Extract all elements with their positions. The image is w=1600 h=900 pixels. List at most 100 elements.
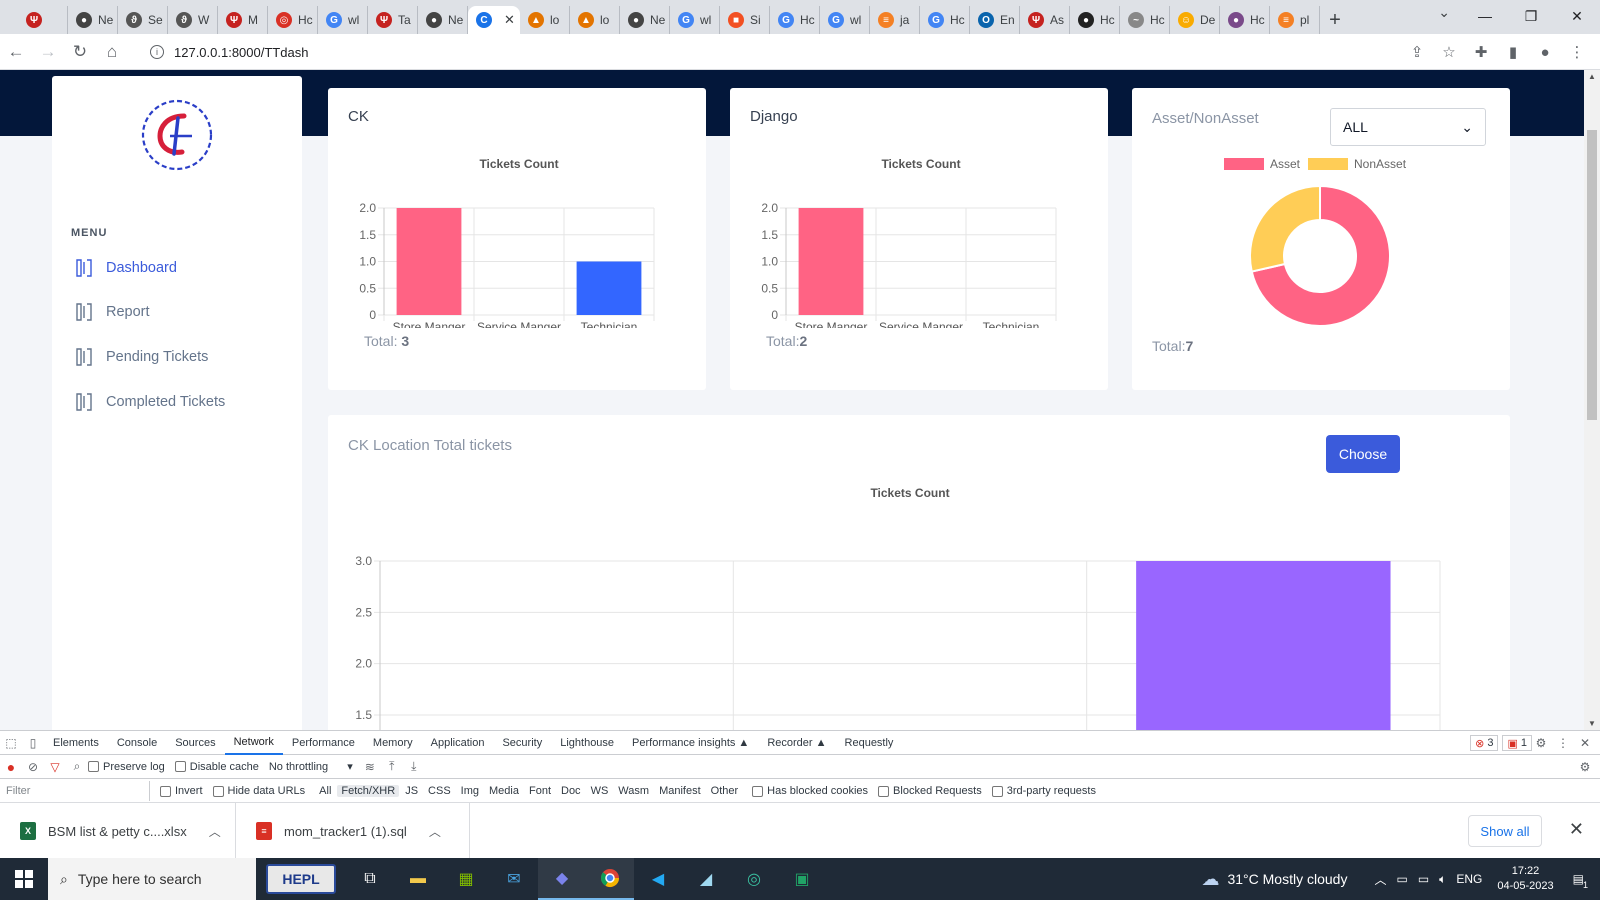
devtools-more-icon[interactable]: ⋮ xyxy=(1552,732,1574,754)
browser-tab[interactable]: ■ Si xyxy=(720,6,770,34)
devtools-tab[interactable]: Requestly xyxy=(836,731,903,755)
blocked-requests-checkbox[interactable]: Blocked Requests xyxy=(878,785,982,797)
sidebar-item-report[interactable]: Report xyxy=(76,300,150,324)
meet-now-icon[interactable]: ▭ xyxy=(1396,872,1407,886)
new-tab-button[interactable]: + xyxy=(1320,6,1350,34)
mail-icon[interactable]: ✉ xyxy=(490,858,538,900)
tray-chevron-icon[interactable]: ︿ xyxy=(1374,871,1386,888)
resource-type-filter[interactable]: Fetch/XHR xyxy=(337,785,400,797)
more-menu-icon[interactable]: ⋮ xyxy=(1564,38,1590,66)
device-toolbar-icon[interactable]: ▯ xyxy=(22,732,44,754)
tab-close-icon[interactable]: ✕ xyxy=(504,12,515,28)
browser-tab[interactable]: ≡ ja xyxy=(870,6,920,34)
hepl-pinned-app[interactable]: HEPL xyxy=(266,864,336,894)
browser-tab[interactable]: ● Hc xyxy=(1070,6,1120,34)
import-har-icon[interactable]: ⤒ xyxy=(381,756,403,778)
browser-tab[interactable]: Gwl xyxy=(670,6,720,34)
devtools-tab[interactable]: Console xyxy=(108,731,166,755)
store-icon[interactable]: ▦ xyxy=(442,858,490,900)
minimize-icon[interactable]: — xyxy=(1462,0,1508,32)
vscode-icon[interactable]: ◀ xyxy=(634,858,682,900)
resource-type-filter[interactable]: Doc xyxy=(557,785,585,797)
throttling-select[interactable]: No throttling ▾ xyxy=(269,760,353,773)
resource-type-filter[interactable]: Img xyxy=(457,785,483,797)
browser-tab[interactable]: G Hc xyxy=(920,6,970,34)
devtools-tab[interactable]: Network xyxy=(224,731,283,755)
devtools-settings-icon[interactable]: ⚙ xyxy=(1530,732,1552,754)
filter-funnel-icon[interactable]: ▽ xyxy=(44,756,66,778)
inspect-element-icon[interactable]: ⬚ xyxy=(0,732,22,754)
resource-type-filter[interactable]: Manifest xyxy=(655,785,705,797)
download-item-xlsx[interactable]: X BSM list & petty c....xlsx ︿ xyxy=(0,803,236,859)
devtools-tab[interactable]: Application xyxy=(422,731,494,755)
devtools-tab[interactable]: Recorder ▲ xyxy=(758,731,835,755)
url-text[interactable]: 127.0.0.1:8000/TTdash xyxy=(174,45,308,60)
sidebar-item-completed-tickets[interactable]: Completed Tickets xyxy=(76,390,225,414)
browser-tab[interactable]: ≡ pl xyxy=(1270,6,1320,34)
language-indicator[interactable]: ENG xyxy=(1456,872,1482,886)
hide-data-urls-checkbox[interactable]: Hide data URLs xyxy=(212,785,305,797)
browser-tab[interactable]: ϑ Se xyxy=(118,6,168,34)
restore-icon[interactable]: ❐ xyxy=(1508,0,1554,32)
devtools-tab[interactable]: Lighthouse xyxy=(551,731,623,755)
devtools-tab[interactable]: Performance insights ▲ xyxy=(623,731,758,755)
browser-tab[interactable]: O En xyxy=(970,6,1020,34)
resource-type-filter[interactable]: Wasm xyxy=(614,785,653,797)
clear-icon[interactable]: ⊘ xyxy=(22,756,44,778)
third-party-checkbox[interactable]: 3rd-party requests xyxy=(991,785,1096,797)
task-view-icon[interactable]: ⧉ xyxy=(346,858,394,900)
browser-tab[interactable]: Ψ As xyxy=(1020,6,1070,34)
record-icon[interactable]: ● xyxy=(0,756,22,778)
browser-tab[interactable]: ● Ne xyxy=(418,6,468,34)
bookmark-star-icon[interactable]: ☆ xyxy=(1436,38,1462,66)
disable-cache-checkbox[interactable]: Disable cache xyxy=(174,761,259,773)
choose-button[interactable]: Choose xyxy=(1326,435,1400,473)
close-window-icon[interactable]: ✕ xyxy=(1554,0,1600,32)
scrollbar-thumb[interactable] xyxy=(1587,130,1597,420)
issue-count-badge[interactable]: ▣ 1 xyxy=(1502,735,1532,751)
sidebar-item-dashboard[interactable]: Dashboard xyxy=(76,256,177,280)
asset-filter-select[interactable]: ALL ⌄ xyxy=(1330,108,1486,146)
chevron-up-icon[interactable]: ︿ xyxy=(209,823,221,840)
network-settings-icon[interactable]: ⚙ xyxy=(1574,756,1596,778)
page-scrollbar[interactable]: ▲ ▼ xyxy=(1584,70,1600,730)
search-icon[interactable]: ⌕ xyxy=(66,756,88,778)
devtools-tab[interactable]: Sources xyxy=(166,731,224,755)
browser-tab[interactable]: Ψ Ta xyxy=(368,6,418,34)
devtools-close-icon[interactable]: ✕ xyxy=(1574,732,1596,754)
resource-type-filter[interactable]: JS xyxy=(401,785,422,797)
browser-tab[interactable]: Gwl xyxy=(820,6,870,34)
browser-tab[interactable]: G Hc xyxy=(770,6,820,34)
preserve-log-checkbox[interactable]: Preserve log xyxy=(88,761,165,773)
download-item-sql[interactable]: ≡ mom_tracker1 (1).sql ︿ xyxy=(236,803,470,859)
side-panel-icon[interactable]: ▮ xyxy=(1500,38,1526,66)
resource-type-filter[interactable]: All xyxy=(315,785,335,797)
network-conditions-icon[interactable]: ≋ xyxy=(359,756,381,778)
resource-type-filter[interactable]: CSS xyxy=(424,785,455,797)
address-bar[interactable]: i 127.0.0.1:8000/TTdash xyxy=(140,38,1430,66)
blocked-cookies-checkbox[interactable]: Has blocked cookies xyxy=(752,785,868,797)
teams-icon[interactable]: ◆ xyxy=(538,858,586,900)
browser-tab[interactable]: ϑW xyxy=(168,6,218,34)
error-count-badge[interactable]: ⊗ 3 xyxy=(1470,735,1499,751)
clock[interactable]: 17:22 04-05-2023 xyxy=(1497,864,1553,894)
network-icon[interactable]: ▭ xyxy=(1418,872,1429,886)
tab-search-icon[interactable]: ⌄ xyxy=(1438,4,1450,21)
resource-type-filter[interactable]: WS xyxy=(587,785,613,797)
excel-icon[interactable]: ▣ xyxy=(778,858,826,900)
browser-tab[interactable]: ~ Hc xyxy=(1120,6,1170,34)
site-info-icon[interactable]: i xyxy=(150,45,164,59)
devtools-tab[interactable]: Security xyxy=(493,731,551,755)
resource-type-filter[interactable]: Media xyxy=(485,785,523,797)
extensions-icon[interactable]: ✚ xyxy=(1468,38,1494,66)
invert-checkbox[interactable]: Invert xyxy=(160,785,203,797)
devtools-tab[interactable]: Performance xyxy=(283,731,364,755)
taskbar-search[interactable]: ⌕ Type here to search xyxy=(48,858,256,900)
chrome-icon[interactable] xyxy=(586,858,634,900)
forward-icon[interactable]: → xyxy=(32,37,64,67)
browser-tab[interactable]: ◎ Hc xyxy=(268,6,318,34)
chevron-up-icon[interactable]: ︿ xyxy=(429,823,441,840)
browser-tab[interactable]: Gwl xyxy=(318,6,368,34)
notes-app-icon[interactable]: ◢ xyxy=(682,858,730,900)
browser-tab[interactable]: C ✕ xyxy=(468,6,520,34)
